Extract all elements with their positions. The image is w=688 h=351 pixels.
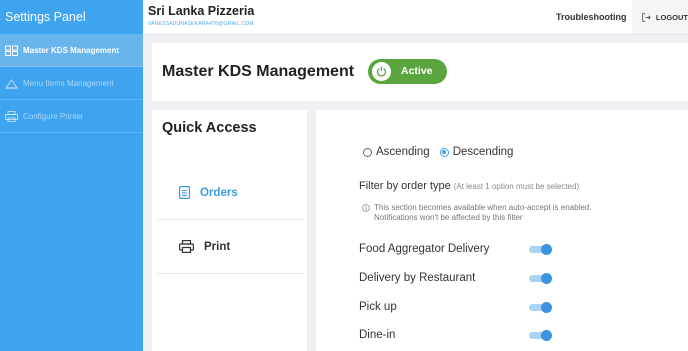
radio-descending[interactable] xyxy=(439,147,449,157)
kds-header-card: Master KDS Management Active xyxy=(152,43,688,101)
radio-ascending-label[interactable]: Ascending xyxy=(376,146,430,158)
logout-icon xyxy=(642,12,651,22)
sidebar-item-label: Menu Items Management xyxy=(23,78,114,88)
sort-order-group: Ascending Descending xyxy=(363,146,513,158)
filter-hint: (At least 1 option must be selected) xyxy=(453,182,580,191)
filter-title: Filter by order type (At least 1 option m… xyxy=(359,180,579,192)
sidebar-title: Settings Panel xyxy=(5,10,86,24)
quick-access-orders-label: Orders xyxy=(200,186,238,199)
kds-settings-panel: Ascending Descending Filter by order typ… xyxy=(316,110,688,351)
order-type-label: Dine-in xyxy=(359,329,396,341)
logout-button[interactable]: LOGOUT xyxy=(632,0,688,34)
shop-email: VANESSADUNASEKARA476@GMAIL.COM xyxy=(148,21,254,27)
delivery-by-restaurant-toggle[interactable] xyxy=(529,273,552,284)
quick-access-panel: Quick Access Orders Print xyxy=(152,110,307,351)
sidebar-item-configure-printer[interactable]: Configure Printer xyxy=(0,100,143,133)
order-type-label: Pick up xyxy=(359,301,397,313)
quick-access-print-label: Print xyxy=(204,240,231,253)
orders-icon xyxy=(179,186,190,199)
printer-icon xyxy=(5,110,18,122)
filter-note-line1: This section becomes available when auto… xyxy=(374,203,592,212)
quick-access-orders[interactable]: Orders xyxy=(157,166,303,220)
food-aggregator-toggle[interactable] xyxy=(529,244,552,255)
kds-icon xyxy=(5,45,18,56)
filter-note-line2: Notifications won't be affected by this … xyxy=(374,213,523,222)
radio-ascending[interactable] xyxy=(363,147,372,157)
shop-name: Sri Lanka Pizzeria xyxy=(148,4,255,18)
top-bar: Sri Lanka Pizzeria VANESSADUNASEKARA476@… xyxy=(143,0,688,35)
radio-descending-label[interactable]: Descending xyxy=(453,146,514,158)
sidebar: Settings Panel Master KDS Management Men… xyxy=(0,0,143,351)
sidebar-item-menu-items[interactable]: Menu Items Management xyxy=(0,67,143,100)
filter-title-text: Filter by order type xyxy=(359,180,451,192)
dine-in-toggle[interactable] xyxy=(529,330,552,341)
filter-note: This section becomes available when auto… xyxy=(362,203,591,223)
order-type-label: Delivery by Restaurant xyxy=(359,272,476,284)
quick-access-print[interactable]: Print xyxy=(157,220,303,274)
menu-items-icon xyxy=(5,78,18,88)
info-icon xyxy=(362,204,370,212)
order-type-label: Food Aggregator Delivery xyxy=(359,243,490,255)
quick-access-title: Quick Access xyxy=(162,120,257,136)
kds-status-label: Active xyxy=(401,65,433,77)
pick-up-toggle[interactable] xyxy=(529,302,552,313)
page-title: Master KDS Management xyxy=(162,63,355,80)
troubleshooting-link[interactable]: Troubleshooting xyxy=(556,0,627,34)
logout-label: LOGOUT xyxy=(655,12,688,22)
sidebar-item-label: Configure Printer xyxy=(23,111,84,121)
kds-active-toggle[interactable]: Active xyxy=(368,59,447,84)
sidebar-item-master-kds[interactable]: Master KDS Management xyxy=(0,34,143,67)
print-icon xyxy=(179,240,194,253)
power-icon xyxy=(372,62,391,81)
sidebar-item-label: Master KDS Management xyxy=(23,45,120,55)
